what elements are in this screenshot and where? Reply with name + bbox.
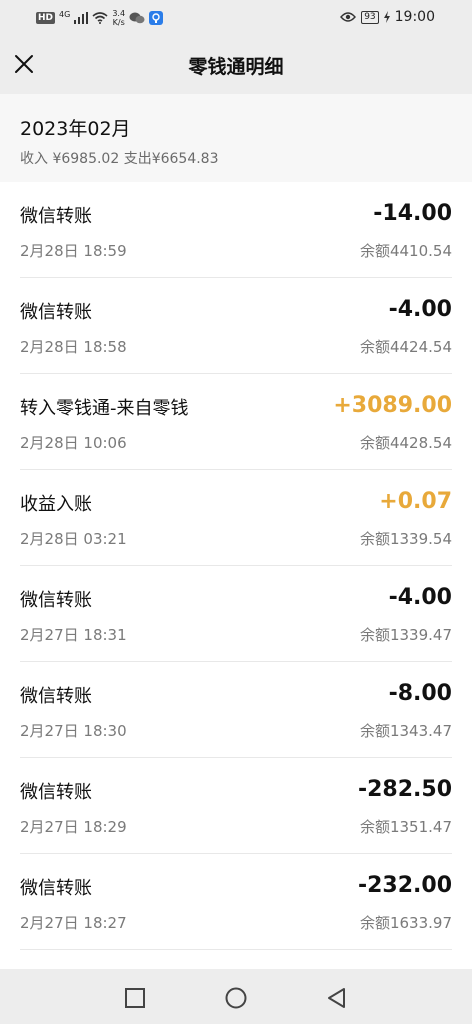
triangle-back-icon[interactable] — [325, 986, 349, 1010]
transaction-amount: -8.00 — [388, 681, 452, 706]
transaction-title: 转入零钱通-来自零钱 — [20, 398, 189, 419]
transaction-row[interactable]: 微信转账 -4.00 2月28日 18:58 余额4424.54 — [0, 278, 472, 374]
transaction-balance: 余额1339.54 — [359, 530, 452, 548]
transaction-amount: -14.00 — [373, 201, 452, 226]
month-label: 2023年02月 — [20, 118, 131, 140]
square-icon[interactable] — [123, 986, 147, 1010]
transaction-balance: 余额4410.54 — [359, 242, 452, 260]
page-title: 零钱通明细 — [188, 56, 284, 78]
transaction-amount: -232.00 — [357, 873, 452, 898]
status-bar: HD 4G 3.4 K/s 93 19:00 — [0, 0, 472, 36]
transaction-row[interactable]: 微信转账 -14.00 2月28日 18:59 余额4410.54 — [0, 182, 472, 278]
transaction-title: 微信转账 — [20, 878, 92, 899]
eye-icon — [340, 12, 357, 22]
transaction-time: 2月27日 18:31 — [20, 626, 127, 644]
nav-bar: 零钱通明细 — [0, 36, 472, 94]
transaction-balance: 余额1633.97 — [359, 914, 452, 932]
status-left: HD 4G 3.4 K/s — [36, 9, 164, 27]
transaction-row[interactable]: 转入零钱通-来自零钱 +3089.00 2月28日 10:06 余额4428.5… — [0, 374, 472, 470]
transaction-amount: +0.07 — [379, 489, 452, 514]
transaction-time: 2月28日 10:06 — [20, 434, 127, 452]
network-type: 4G — [59, 9, 71, 19]
transaction-row[interactable]: 微信转账 -282.50 2月27日 18:29 余额1351.47 — [0, 758, 472, 854]
transaction-balance: 余额1351.47 — [359, 818, 452, 836]
transaction-time: 2月27日 18:27 — [20, 914, 127, 932]
battery-level: 93 — [361, 10, 379, 24]
wechat-icon — [129, 12, 145, 24]
wifi-icon — [92, 12, 108, 24]
transaction-balance: 余额1339.47 — [359, 626, 452, 644]
clock: 19:00 — [394, 9, 435, 25]
month-header[interactable]: 2023年02月 收入 ¥6985.02 支出¥6654.83 — [0, 94, 472, 182]
transaction-amount: +3089.00 — [333, 393, 452, 418]
transaction-time: 2月27日 18:29 — [20, 818, 127, 836]
transaction-row[interactable]: 收益入账 +0.07 2月28日 03:21 余额1339.54 — [0, 470, 472, 566]
transaction-title: 收益入账 — [20, 494, 92, 515]
transaction-balance: 余额1343.47 — [359, 722, 452, 740]
signal-icon — [74, 12, 89, 24]
speed-value: 3.4 — [112, 9, 126, 18]
transaction-title: 微信转账 — [20, 782, 92, 803]
transaction-row[interactable]: 微信转账 -232.00 2月27日 18:27 余额1633.97 — [0, 854, 472, 950]
transaction-title: 微信转账 — [20, 302, 92, 323]
transaction-time: 2月27日 18:30 — [20, 722, 127, 740]
transaction-title: 微信转账 — [20, 206, 92, 227]
transaction-amount: -4.00 — [388, 297, 452, 322]
transaction-row[interactable]: 微信转账 -8.00 2月27日 18:30 余额1343.47 — [0, 662, 472, 758]
transaction-title: 微信转账 — [20, 686, 92, 707]
divider — [20, 949, 452, 950]
transaction-balance: 余额4428.54 — [359, 434, 452, 452]
transaction-time: 2月28日 18:59 — [20, 242, 127, 260]
month-summary: 收入 ¥6985.02 支出¥6654.83 — [20, 151, 219, 167]
transaction-amount: -282.50 — [357, 777, 452, 802]
status-right: 93 19:00 — [340, 9, 435, 25]
app-notification-icon — [149, 11, 164, 25]
system-nav-bar — [0, 972, 472, 1024]
transaction-time: 2月28日 18:58 — [20, 338, 127, 356]
circle-icon[interactable] — [224, 986, 248, 1010]
hd-badge: HD — [36, 12, 56, 24]
charging-icon — [383, 11, 390, 23]
transaction-list: 微信转账 -14.00 2月28日 18:59 余额4410.54 微信转账 -… — [0, 182, 472, 969]
transaction-time: 2月28日 03:21 — [20, 530, 127, 548]
transaction-title: 微信转账 — [20, 590, 92, 611]
network-speed: 3.4 K/s — [112, 9, 125, 27]
transaction-amount: -4.00 — [388, 585, 452, 610]
transaction-balance: 余额4424.54 — [359, 338, 452, 356]
transaction-row[interactable]: 微信转账 -4.00 2月27日 18:31 余额1339.47 — [0, 566, 472, 662]
speed-unit: K/s — [112, 18, 125, 27]
